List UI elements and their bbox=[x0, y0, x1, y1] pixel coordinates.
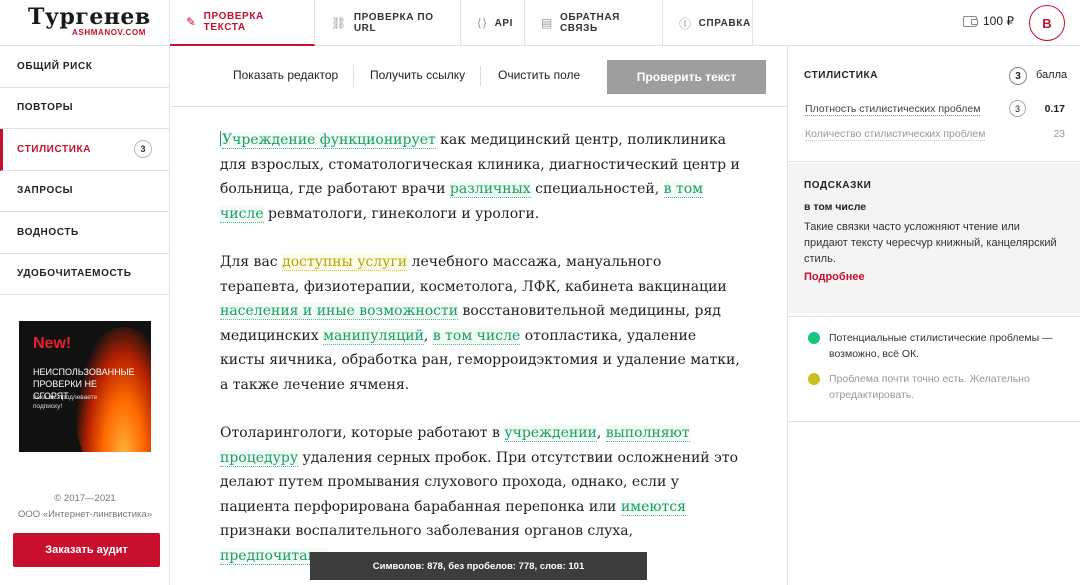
promo-new: New! bbox=[33, 335, 72, 352]
logo-title: Тургенев bbox=[28, 4, 151, 30]
order-audit-button[interactable]: Заказать аудит bbox=[13, 533, 160, 567]
tab-help[interactable]: ⓘ Справка bbox=[663, 0, 753, 46]
density-metric-link[interactable]: Плотность стилистических проблем bbox=[805, 103, 981, 116]
tab-feedback[interactable]: ▤ Обратная связь bbox=[525, 0, 663, 46]
text-segment: признаки воспалительного заболевания орг… bbox=[220, 523, 634, 539]
style-highlight-green: имеются bbox=[620, 498, 686, 516]
tab-api[interactable]: ⟨⟩ API bbox=[461, 0, 525, 46]
stylistics-stats: Стилистика 3 балла Плотность стилистичес… bbox=[788, 46, 1080, 162]
editor-paragraph: Отоларингологи, которые работают в учреж… bbox=[220, 421, 745, 568]
hint-text: Такие связки часто усложняют чтение или … bbox=[804, 221, 1057, 265]
sidebar: Общий риск Повторы Стилистика 3 Запросы … bbox=[0, 46, 170, 585]
copyright-company: ООО «Интернет-лингвистика» bbox=[18, 509, 152, 520]
style-highlight-green: манипуляций bbox=[323, 327, 424, 345]
promo-banner[interactable]: New! Неиспользованные проверки не сгорят… bbox=[19, 321, 151, 452]
analysis-panel: Стилистика 3 балла Плотность стилистичес… bbox=[787, 46, 1080, 585]
count-value: 23 bbox=[1053, 128, 1065, 140]
hint-term: в том числе bbox=[804, 201, 867, 213]
sidebar-item-queries[interactable]: Запросы bbox=[0, 171, 169, 212]
clear-field-button[interactable]: Очистить поле bbox=[498, 68, 580, 82]
legend-yellow-text: Проблема почти точно есть. Желательно от… bbox=[829, 373, 1030, 401]
link-icon: ⛓ bbox=[331, 16, 347, 30]
sidebar-item-label: Общий риск bbox=[17, 60, 93, 72]
yellow-dot-icon bbox=[808, 373, 820, 385]
hints-box: Подсказки в том числе Такие связки часто… bbox=[788, 163, 1080, 313]
code-icon: ⟨⟩ bbox=[477, 16, 488, 30]
more-link[interactable]: Подробнее bbox=[804, 271, 865, 283]
style-highlight-green: Учреждение функционирует bbox=[222, 132, 436, 149]
show-editor-button[interactable]: Показать редактор bbox=[233, 68, 338, 82]
style-highlight-green: учреждении bbox=[504, 425, 597, 442]
tab-check-url[interactable]: ⛓ Проверка по URL bbox=[315, 0, 461, 46]
sidebar-item-general-risk[interactable]: Общий риск bbox=[0, 46, 169, 88]
density-badge: 3 bbox=[1009, 100, 1026, 117]
toolbar-divider bbox=[480, 66, 481, 86]
tab-label: Проверка текста bbox=[203, 11, 264, 33]
copyright: © 2017—2021 ООО «Интернет-лингвистика» bbox=[0, 491, 170, 523]
sidebar-item-readability[interactable]: Удобочитаемость bbox=[0, 254, 169, 295]
text-editor[interactable]: Учреждение функционирует как медицинский… bbox=[220, 128, 745, 585]
density-value: 0.17 bbox=[1044, 103, 1065, 115]
sidebar-item-stylistics[interactable]: Стилистика 3 bbox=[0, 129, 169, 171]
info-icon: ⓘ bbox=[679, 16, 692, 31]
edit-icon: ✎ bbox=[186, 15, 197, 29]
editor-paragraph: Учреждение функционирует как медицинский… bbox=[220, 128, 745, 226]
score-unit: балла bbox=[1036, 69, 1068, 81]
legend-yellow: Проблема почти точно есть. Желательно от… bbox=[808, 371, 1073, 403]
sidebar-item-badge: 3 bbox=[134, 140, 152, 159]
top-header: Тургенев ASHMANOV.COM ✎ Проверка текста … bbox=[0, 0, 1080, 46]
highlight-legend: Потенциальные стилистические проблемы — … bbox=[788, 316, 1080, 422]
main-nav: ✎ Проверка текста ⛓ Проверка по URL ⟨⟩ A… bbox=[170, 0, 753, 46]
check-text-button[interactable]: Проверить текст bbox=[607, 60, 766, 94]
legend-green: Потенциальные стилистические проблемы — … bbox=[808, 330, 1073, 362]
sidebar-item-label: Запросы bbox=[17, 185, 74, 197]
wallet-icon bbox=[963, 15, 978, 27]
count-metric-link[interactable]: Количество стилистических проблем bbox=[805, 128, 986, 141]
hints-title: Подсказки bbox=[804, 180, 872, 191]
editor-paragraph: Для вас доступны услуги лечебного массаж… bbox=[220, 250, 745, 397]
text-segment: Для вас bbox=[220, 254, 283, 270]
tab-label: Проверка по URL bbox=[353, 12, 434, 34]
text-segment: ревматологи, гинекологи и урологи. bbox=[263, 205, 540, 222]
logo[interactable]: Тургенев ASHMANOV.COM bbox=[0, 0, 170, 46]
text-segment: , bbox=[596, 425, 606, 441]
legend-green-text: Потенциальные стилистические проблемы — … bbox=[829, 332, 1053, 360]
text-segment: специальностей, bbox=[530, 181, 664, 197]
sidebar-item-repeats[interactable]: Повторы bbox=[0, 88, 169, 129]
tab-check-text[interactable]: ✎ Проверка текста bbox=[170, 0, 315, 46]
style-highlight-green: в том числе bbox=[432, 327, 521, 345]
text-segment: , bbox=[423, 327, 433, 344]
toolbar-divider bbox=[353, 66, 354, 86]
get-link-button[interactable]: Получить ссылку bbox=[370, 68, 465, 82]
copyright-years: © 2017—2021 bbox=[54, 493, 116, 504]
style-highlight-yellow: доступны услуги bbox=[282, 254, 408, 271]
avatar[interactable]: В bbox=[1029, 5, 1065, 41]
balance-value: 100 ₽ bbox=[983, 14, 1014, 28]
score-badge: 3 bbox=[1009, 67, 1027, 85]
logo-subtitle: ASHMANOV.COM bbox=[72, 28, 147, 37]
text-cursor bbox=[220, 131, 221, 146]
text-segment: Отоларингологи, которые работают в bbox=[220, 425, 505, 441]
sidebar-item-wateriness[interactable]: Водность bbox=[0, 212, 169, 254]
sidebar-item-label: Стилистика bbox=[17, 143, 92, 155]
promo-small-text: пока вы продлеваете подписку! bbox=[33, 394, 98, 410]
main-content: Показать редактор Получить ссылку Очисти… bbox=[171, 46, 787, 585]
stats-title: Стилистика bbox=[804, 70, 879, 81]
sidebar-item-label: Удобочитаемость bbox=[17, 268, 132, 280]
editor-toolbar: Показать редактор Получить ссылку Очисти… bbox=[171, 46, 787, 107]
tab-label: Справка bbox=[698, 17, 751, 29]
chat-icon: ▤ bbox=[541, 16, 553, 30]
sidebar-item-label: Повторы bbox=[17, 102, 74, 114]
text-stats-bar: Символов: 878, без пробелов: 778, слов: … bbox=[310, 552, 647, 580]
balance[interactable]: 100 ₽ bbox=[963, 14, 1014, 28]
green-dot-icon bbox=[808, 332, 820, 344]
tab-label: Обратная связь bbox=[559, 12, 620, 34]
style-highlight-green: населения и иные возможности bbox=[220, 303, 459, 320]
sidebar-item-label: Водность bbox=[17, 226, 79, 238]
style-highlight-green: различных bbox=[449, 181, 531, 198]
tab-label: API bbox=[494, 17, 514, 29]
